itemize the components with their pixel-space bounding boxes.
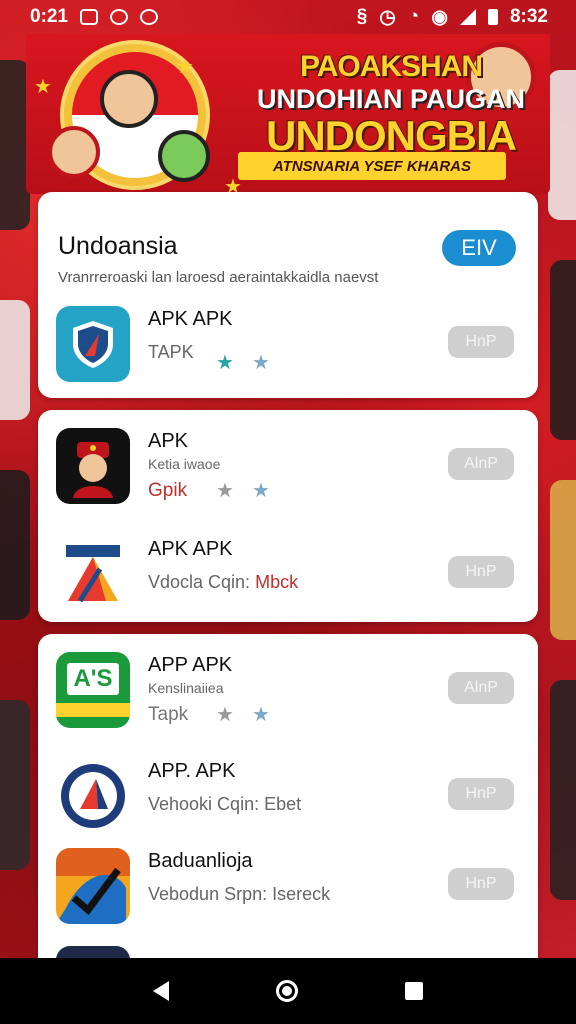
app-name: Baduanlioja <box>148 850 253 872</box>
app-meta: Kenslinaiiea <box>148 680 224 696</box>
app-meta-value: Gpik <box>148 480 188 501</box>
install-button[interactable]: HnP <box>448 778 514 810</box>
rating: ★ ★ <box>216 702 270 727</box>
swoosh-logo-icon <box>56 848 130 924</box>
banner-title: PAOAKSHAN UNDOHIAN PAUGAN UNDONGBIA <box>246 52 536 157</box>
ars-logo-icon: A'S <box>56 652 130 728</box>
mascot-green-icon <box>158 130 210 182</box>
bg-tile <box>0 700 30 870</box>
screenshot-icon <box>80 9 99 25</box>
triangle-logo-icon <box>56 536 130 612</box>
battery-icon <box>487 9 498 25</box>
location-icon: ◉ <box>431 6 448 28</box>
app-meta: TAPK <box>148 342 194 362</box>
app-meta: Ketia iwaoe <box>148 456 221 472</box>
header-card: Undoansia Vranrreroaski lan laroesd aera… <box>38 192 538 398</box>
app-meta-value: Mbck <box>255 572 299 592</box>
list-item[interactable]: APP. APK Vehooki Cqin: Ebet HnP <box>56 758 526 838</box>
bg-tile <box>0 470 30 620</box>
status-left: 0:21 <box>30 6 159 28</box>
status-time-right: 8:32 <box>509 6 548 27</box>
app-name: APK APK <box>148 538 233 560</box>
app-meta-label: Vdocla Cqin: <box>148 572 251 592</box>
star-icon: ★ <box>216 352 234 374</box>
ars-logo-stripe <box>56 703 130 717</box>
mascot-red-hat-icon <box>48 126 100 178</box>
app-name: APK <box>148 430 189 452</box>
section-title: Undoansia <box>58 232 178 260</box>
back-icon[interactable] <box>153 981 170 1001</box>
vibrate-icon: § <box>356 6 368 27</box>
rating: ★ ★ <box>216 350 270 375</box>
list-item[interactable]: Baduanlioja Vebodun Srpn: Isereck HnP <box>56 848 526 928</box>
home-icon[interactable] <box>275 980 298 1002</box>
signal-icon <box>459 9 476 25</box>
app-card: APK Ketia iwaoe Gpik ★ ★ AlnP APK APK Vd… <box>38 410 538 622</box>
app-meta: Vehooki Cqin: Ebet <box>148 794 302 814</box>
shield-icon <box>56 306 130 382</box>
list-item[interactable]: APK APK Vdocla Cqin: Mbck HnP <box>56 536 526 616</box>
section-subtitle: Vranrreroaski lan laroesd aeraintakkaidl… <box>58 269 379 286</box>
app-meta: Vdocla Cqin: Mbck <box>148 572 298 593</box>
star-decoration-icon: ★ <box>34 76 52 98</box>
install-button[interactable]: AlnP <box>448 448 514 480</box>
bg-tile <box>550 480 576 640</box>
list-item[interactable]: A'S APP APK Kenslinaiiea Tapk ★ ★ AlnP <box>56 652 526 732</box>
banner-ribbon: ATNSNARIA YSEF KHARAS <box>238 152 506 180</box>
app-name: APP APK <box>148 654 233 676</box>
notification-circle-icon <box>140 9 159 25</box>
round-emblem-icon <box>56 758 130 834</box>
banner-line1: PAOAKSHAN <box>299 50 483 83</box>
app-name: APK APK <box>148 308 233 330</box>
bg-tile <box>548 70 576 220</box>
mascot-avatar-icon <box>56 428 130 504</box>
banner-line3: UNDONGBIA <box>266 112 517 159</box>
star-decoration-icon: ★ <box>176 56 194 78</box>
app-meta: Vebodun Srpn: Isereck <box>148 884 331 904</box>
notification-q-icon <box>110 9 129 25</box>
navigation-bar <box>0 958 576 1024</box>
bg-tile <box>0 300 30 420</box>
star-icon: ★ <box>251 704 270 726</box>
app-meta-secondary: Gpik <box>148 480 187 502</box>
star-icon: ★ <box>216 704 234 726</box>
bg-tile <box>550 680 576 900</box>
status-right: § ◷ ◔ ◉ 8:32 <box>357 6 548 29</box>
wifi-icon: ◔ <box>407 6 420 27</box>
mascot-officer-icon <box>100 70 158 128</box>
ars-logo-text: A'S <box>67 663 119 695</box>
recent-apps-icon[interactable] <box>404 982 423 1000</box>
status-time-left: 0:21 <box>30 6 69 27</box>
install-button[interactable]: HnP <box>448 326 514 358</box>
install-button[interactable]: AlnP <box>448 672 514 704</box>
rating: ★ ★ <box>216 478 270 503</box>
banner-line2: UNDOHIAN PAUGAN <box>257 84 525 114</box>
alarm-icon: ◷ <box>379 6 396 28</box>
card-header: Undoansia Vranrreroaski lan laroesd aera… <box>58 232 378 286</box>
app-card: A'S APP APK Kenslinaiiea Tapk ★ ★ AlnP A… <box>38 634 538 976</box>
list-item[interactable]: APK Ketia iwaoe Gpik ★ ★ AlnP <box>56 428 526 508</box>
list-item[interactable]: APK APK TAPK ★ ★ HnP <box>56 306 526 386</box>
star-icon: ★ <box>251 352 270 374</box>
status-bar: 0:21 § ◷ ◔ ◉ 8:32 <box>0 0 576 34</box>
bg-tile <box>550 260 576 440</box>
install-button[interactable]: HnP <box>448 556 514 588</box>
header-action-button[interactable]: EIV <box>442 230 516 266</box>
app-name: APP. APK <box>148 760 236 782</box>
star-icon: ★ <box>216 480 234 502</box>
star-icon: ★ <box>251 480 270 502</box>
install-button[interactable]: HnP <box>448 868 514 900</box>
app-meta-secondary: Tapk <box>148 704 189 725</box>
